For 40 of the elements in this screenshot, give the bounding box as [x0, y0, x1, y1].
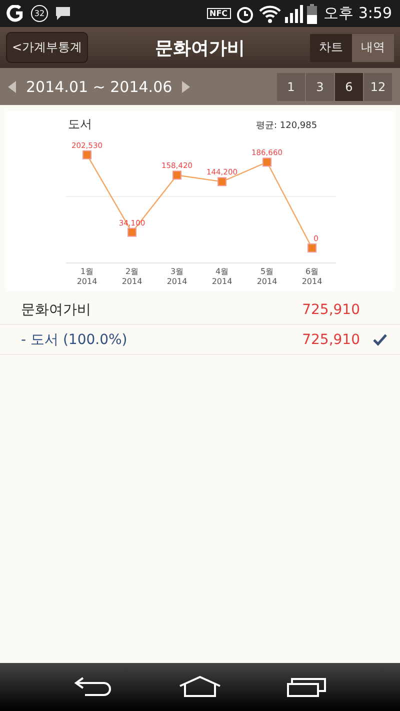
data-point: [308, 244, 316, 252]
back-icon[interactable]: [73, 676, 113, 698]
axis-label: 3월 2014: [166, 267, 188, 286]
next-arrow-icon[interactable]: [182, 80, 190, 92]
home-icon[interactable]: [178, 676, 222, 698]
previous-arrow-icon[interactable]: [8, 80, 16, 92]
amount-text: 725,910: [302, 332, 360, 348]
signal-icon: [284, 4, 303, 22]
data-point: [82, 150, 92, 160]
axis-label: 6월 2014: [302, 267, 322, 286]
view-tab[interactable]: 차트: [310, 34, 352, 62]
month-range-button[interactable]: 6: [335, 72, 363, 100]
data-point: [262, 158, 272, 167]
app-logo-icon: [6, 4, 24, 22]
chart-title: 도서: [68, 117, 92, 131]
amount-text: 725,910: [302, 302, 360, 318]
axis-label: 5월 2014: [256, 267, 278, 286]
wifi-icon: [258, 4, 281, 22]
notification-count: 32: [31, 5, 48, 22]
category-label: 문화여가비: [21, 300, 92, 318]
nfc-icon: NFC: [206, 8, 231, 19]
data-point: [218, 177, 226, 186]
clock-text: 오후 3:59: [324, 4, 392, 23]
chat-icon: [55, 6, 71, 21]
data-point: [128, 228, 136, 237]
back-button[interactable]: <가계부통계: [6, 32, 88, 63]
date-range: 2014.01 ~ 2014.06: [26, 78, 172, 96]
recent-apps-icon[interactable]: [287, 676, 327, 698]
battery-icon: [306, 4, 317, 24]
axis-label: 2월 2014: [122, 267, 142, 286]
axis-label: 1월 2014: [76, 267, 98, 286]
month-range-button[interactable]: 12: [364, 72, 392, 100]
category-label: - 도서 (100.0%): [21, 330, 128, 348]
page-title: 문화여가비: [155, 36, 245, 60]
data-point: [172, 170, 182, 180]
axis-label: 4월 2014: [212, 267, 232, 286]
view-tab[interactable]: 내역: [352, 34, 394, 62]
month-range-button[interactable]: 3: [306, 72, 334, 100]
month-range-button[interactable]: 1: [277, 72, 305, 100]
average-text: 평균: 120,985: [256, 121, 318, 131]
